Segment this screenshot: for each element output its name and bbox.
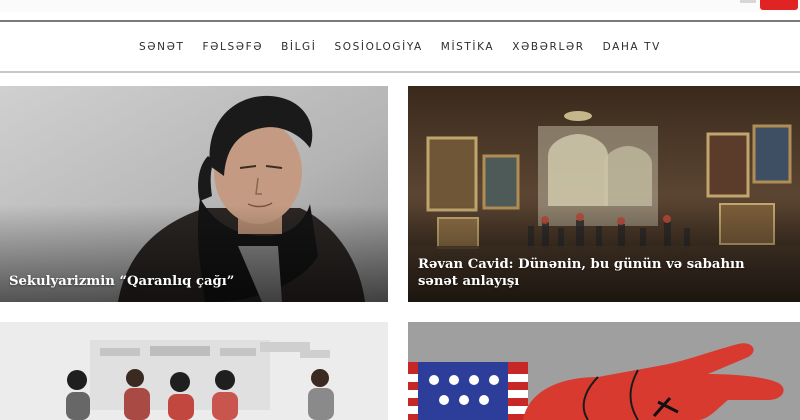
nav-item-mistika[interactable]: MİSTİKA: [441, 41, 494, 53]
article-image-illustration: [0, 322, 388, 420]
nav-item-xeberler[interactable]: XƏBƏRLƏR: [512, 41, 584, 53]
article-image-hand-flag: [408, 322, 800, 420]
nav-item-sosiologiya[interactable]: SOSİOLOGİYA: [334, 41, 422, 53]
article-card-1[interactable]: Sekulyarizmin “Qaranlıq çağı”: [0, 86, 388, 302]
article-title[interactable]: Rəvan Cavid: Dünənin, bu günün və sabahı…: [418, 256, 778, 290]
main-navigation: SƏNƏT FƏLSƏFƏ BİLGİ SOSİOLOGİYA MİSTİKA …: [0, 22, 800, 71]
top-bar: [0, 0, 800, 12]
nav-item-daha-tv[interactable]: DAHA TV: [603, 41, 661, 53]
header-divider-bottom: [0, 71, 800, 73]
nav-item-bilgi[interactable]: BİLGİ: [281, 41, 316, 53]
nav-item-felsefe[interactable]: FƏLSƏFƏ: [203, 41, 264, 53]
top-bar-element: [740, 0, 756, 3]
article-card-3[interactable]: [0, 322, 388, 420]
top-red-button[interactable]: [760, 0, 798, 10]
article-title[interactable]: Sekulyarizmin “Qaranlıq çağı”: [9, 273, 369, 290]
article-card-2[interactable]: Rəvan Cavid: Dünənin, bu günün və sabahı…: [408, 86, 800, 302]
article-image-portrait: [0, 86, 388, 302]
nav-item-senet[interactable]: SƏNƏT: [139, 41, 184, 53]
article-card-4[interactable]: [408, 322, 800, 420]
